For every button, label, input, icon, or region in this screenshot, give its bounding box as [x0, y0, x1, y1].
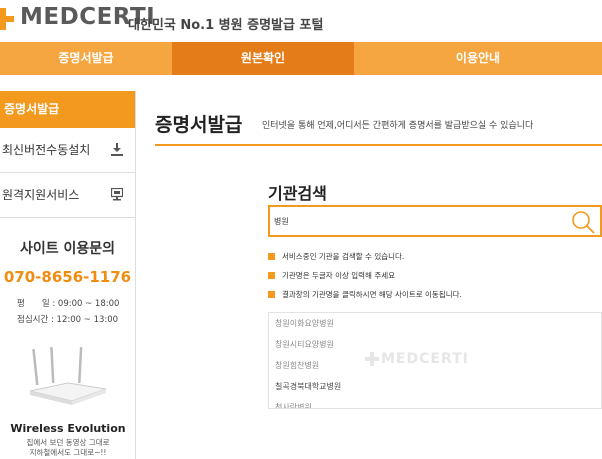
title-divider — [155, 144, 602, 146]
search-notes: 서비스중인 기관을 검색할 수 있습니다. 기관명은 두글자 이상 입력해 주세… — [268, 250, 462, 307]
wireless-router-image[interactable] — [28, 347, 108, 407]
bullet-square-icon — [268, 272, 275, 279]
sidebar-item-manual-install[interactable]: 최신버전수동설치 — [0, 128, 135, 173]
result-item[interactable]: 칠곡경북대학교병원 — [269, 376, 601, 397]
monitor-icon — [111, 188, 123, 201]
sidebar-item-label: 최신버전수동설치 — [2, 143, 91, 157]
contact-title: 사이트 이용문의 — [19, 241, 116, 257]
bullet-square-icon — [268, 253, 275, 260]
download-icon — [111, 143, 123, 156]
watermark: MEDCERTI — [381, 351, 469, 367]
search-icon[interactable] — [570, 209, 596, 235]
ad-title: Wireless Evolution — [10, 422, 126, 435]
ad-line-2: 지하철에서도 그대로~!! — [29, 448, 107, 457]
sidebar: 증명서발급 최신버전수동설치 원격지원서비스 사이트 이용문의 070-8656… — [0, 91, 136, 459]
header: MEDCERTI 대한민국 No.1 병원 증명발급 포털 — [0, 0, 602, 42]
result-item[interactable]: 창원이화요양병원 — [269, 313, 601, 334]
ad-subtitle: 집에서 보던 동영상 그대로 지하철에서도 그대로~!! — [0, 438, 136, 458]
watermark-cross-icon — [365, 352, 379, 366]
search-box — [268, 205, 602, 237]
nav-item-certificate[interactable]: 증명서발급 — [0, 42, 172, 75]
tagline: 대한민국 No.1 병원 증명발급 포털 — [128, 18, 324, 33]
business-hours: 평 일 : 09:00 ~ 18:00 점심시간 : 12:00 ~ 13:00 — [0, 296, 135, 328]
institution-search-input[interactable] — [274, 211, 564, 231]
sidebar-item-certificate[interactable]: 증명서발급 — [0, 91, 135, 128]
search-results-list[interactable]: MEDCERTI 창원이화요양병원 창원시티요양병원 창원힘찬병원 칠곡경북대학… — [268, 312, 602, 409]
main-nav: 증명서발급 원본확인 이용안내 — [0, 42, 602, 75]
hours-weekday: 평 일 : 09:00 ~ 18:00 — [17, 299, 120, 309]
note-item: 서비스중인 기관을 검색할 수 있습니다. — [268, 250, 462, 269]
nav-item-verify-original[interactable]: 원본확인 — [172, 42, 354, 75]
sidebar-item-label: 원격지원서비스 — [2, 188, 80, 202]
hours-lunch: 점심시간 : 12:00 ~ 13:00 — [17, 315, 119, 325]
page-title: 증명서발급 — [155, 114, 243, 136]
search-section-title: 기관검색 — [268, 184, 327, 203]
contact-phone: 070-8656-1176 — [3, 268, 132, 286]
bullet-square-icon — [268, 291, 275, 298]
page-description: 인터넷을 통해 언제,어디서든 간편하게 증명서를 발급받으실 수 있습니다 — [262, 121, 534, 131]
note-item: 결과창의 기관명을 클릭하시면 해당 사이트로 이동됩니다. — [268, 288, 462, 307]
sidebar-item-remote-support[interactable]: 원격지원서비스 — [0, 173, 135, 218]
note-item: 기관명은 두글자 이상 입력해 주세요 — [268, 269, 462, 288]
nav-item-guide[interactable]: 이용안내 — [354, 42, 602, 75]
logo-cross-icon[interactable] — [0, 8, 14, 30]
result-item[interactable]: 척사랑병원 — [269, 397, 601, 408]
ad-line-1: 집에서 보던 동영상 그대로 — [26, 438, 110, 447]
